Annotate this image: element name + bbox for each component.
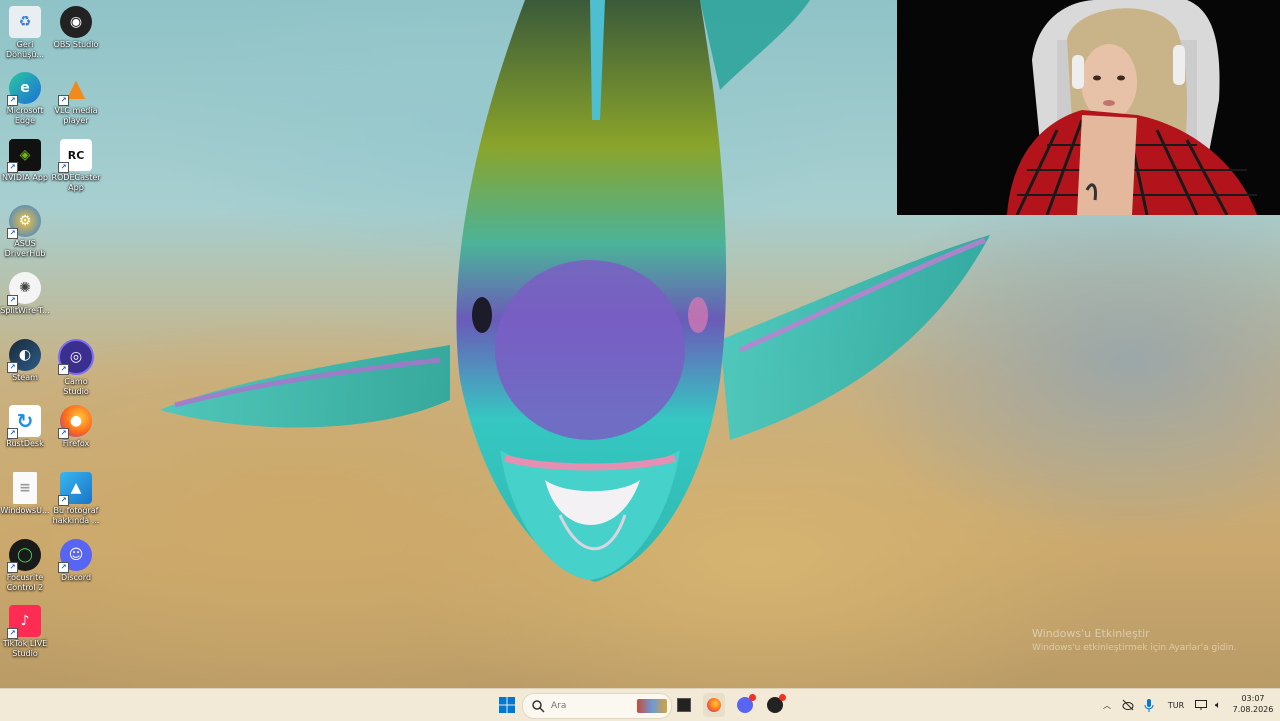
taskbar-search-box[interactable] xyxy=(522,693,672,719)
tray-volume[interactable]: 🔈︎ xyxy=(1210,693,1226,717)
notification-badge xyxy=(749,694,756,701)
discord-icon xyxy=(737,694,756,713)
desktop-icon-label: Bu fotoğraf hakkında ... xyxy=(52,506,100,525)
nvidia-icon: ◈ ↗ xyxy=(7,139,41,173)
desktop-icon-focusrite[interactable]: ◯ ↗ Focusrite Control 2 xyxy=(0,539,50,593)
asus-driverhub-icon: ⚙ ↗ xyxy=(7,205,41,239)
desktop-icon-windowsu[interactable]: ≡ WindowsU... xyxy=(0,472,50,516)
webcam-feed-image xyxy=(897,0,1280,215)
tiktok-live-icon: ♪ ↗ xyxy=(7,605,41,639)
focusrite-icon: ◯ ↗ xyxy=(7,539,41,573)
desktop-icon-tiktok-live[interactable]: ♪ ↗ TikTok LIVE Studio xyxy=(0,605,50,659)
recycle-bin-icon: ♻ xyxy=(9,6,41,38)
photo-info-icon: ▲ ↗ xyxy=(58,472,92,506)
desktop-icon-nvidia-app[interactable]: ◈ ↗ NVIDIA App xyxy=(0,139,50,183)
desktop-icon-discord[interactable]: ☺ ↗ Discord xyxy=(51,539,101,583)
rustdesk-icon: ↻ ↗ xyxy=(7,405,41,439)
start-button[interactable] xyxy=(496,693,518,717)
desktop-icon-vlc[interactable]: ▲ ↗ VLC media player xyxy=(51,72,101,126)
desktop-icon-obs-studio[interactable]: ◉ OBS Studio xyxy=(51,6,101,50)
desktop-icon-label: TikTok LIVE Studio xyxy=(2,639,48,658)
desktop-icon-label: Firefox xyxy=(62,439,90,448)
desktop-icon-label: RustDesk xyxy=(6,439,44,448)
taskbar-file-explorer[interactable] xyxy=(674,693,694,717)
widgets-icon[interactable] xyxy=(637,699,667,713)
splitwire-icon: ✺ ↗ xyxy=(7,272,41,306)
recording-indicator xyxy=(779,694,786,701)
steam-icon: ◐ ↗ xyxy=(7,339,41,373)
obs-studio-icon xyxy=(767,694,786,713)
taskbar-firefox[interactable] xyxy=(703,693,725,717)
desktop-icon-steam[interactable]: ◐ ↗ Steam xyxy=(0,339,50,383)
desktop-icon-label: Microsoft Edge xyxy=(6,106,44,125)
desktop-icon-recycle-bin[interactable]: ♻ Geri Dönüşü... xyxy=(0,6,50,60)
windows-logo-icon xyxy=(499,697,515,713)
desktop-icon-label: VLC media player xyxy=(54,106,98,125)
document-icon: ≡ xyxy=(13,472,37,504)
desktop-icon-label: Steam xyxy=(12,373,38,382)
clock-date: 7.08.2026 xyxy=(1232,705,1274,714)
firefox-icon: ● ↗ xyxy=(58,405,92,439)
desktop-icon-microsoft-edge[interactable]: e ↗ Microsoft Edge xyxy=(0,72,50,126)
firefox-icon xyxy=(707,698,721,712)
windows-activation-watermark: Windows'u Etkinleştir Windows'u etkinleş… xyxy=(1032,627,1237,653)
desktop-icon-label: Discord xyxy=(60,573,92,582)
desktop-icon-asus-driverhub[interactable]: ⚙ ↗ ASUS DriverHub xyxy=(0,205,50,259)
camo-studio-icon: ◎ ↗ xyxy=(58,339,94,375)
webcam-overlay xyxy=(897,0,1280,215)
microphone-icon xyxy=(1144,698,1154,712)
language-indicator: TUR xyxy=(1167,700,1185,710)
taskbar-obs-studio[interactable] xyxy=(764,693,786,717)
taskbar-discord[interactable] xyxy=(734,693,756,717)
show-hidden-icons-button[interactable]: ︿ xyxy=(1100,693,1114,717)
desktop-icon-bu-fotograf-hakkinda[interactable]: ▲ ↗ Bu fotoğraf hakkında ... xyxy=(51,472,101,526)
discord-icon: ☺ ↗ xyxy=(58,539,92,573)
watermark-title: Windows'u Etkinleştir xyxy=(1032,627,1150,640)
desktop-icon-splitwire[interactable]: ✺ ↗ SplitWire-T... xyxy=(0,272,50,316)
tray-network[interactable] xyxy=(1120,693,1136,717)
tray-language[interactable]: TUR xyxy=(1163,693,1189,717)
desktop-icon-label: ASUS DriverHub xyxy=(4,239,46,258)
watermark-subtitle: Windows'u etkinleştirmek için Ayarlar'a … xyxy=(1032,643,1237,653)
desktop-icon-camo-studio[interactable]: ◎ ↗ Camo Studio xyxy=(51,339,101,397)
desktop-icon-label: WindowsU... xyxy=(0,506,50,515)
search-icon xyxy=(532,700,545,713)
tray-display[interactable] xyxy=(1193,693,1209,717)
desktop-icon-label: Focusrite Control 2 xyxy=(6,573,44,592)
desktop-icon-label: RODECaster App xyxy=(51,173,101,192)
search-input[interactable] xyxy=(549,700,633,712)
desktop-icon-label: Camo Studio xyxy=(63,377,89,396)
cloud-offline-icon xyxy=(1122,699,1134,711)
desktop-icon-label: Geri Dönüşü... xyxy=(5,40,45,59)
desktop-icon-label: NVIDIA App xyxy=(2,173,48,182)
chevron-up-icon: ︿ xyxy=(1103,700,1111,710)
desktop-icon-rodecaster[interactable]: RC ↗ RODECaster App xyxy=(51,139,101,193)
desktop-icon-rustdesk[interactable]: ↻ ↗ RustDesk xyxy=(0,405,50,449)
obs-studio-icon: ◉ xyxy=(60,6,92,38)
monitor-icon xyxy=(1195,699,1207,710)
file-explorer-icon xyxy=(677,698,691,712)
clock-time: 03:07 xyxy=(1241,694,1265,703)
desktop-icon-firefox[interactable]: ● ↗ Firefox xyxy=(51,405,101,449)
speaker-icon: 🔈︎ xyxy=(1215,699,1221,711)
tray-microphone[interactable] xyxy=(1142,693,1156,717)
taskbar: ︿ TUR 🔈︎ 03:07 7.08.2026 xyxy=(0,688,1280,721)
rodecaster-icon: RC ↗ xyxy=(58,139,92,173)
taskbar-clock[interactable]: 03:07 7.08.2026 xyxy=(1228,693,1278,715)
desktop-icon-label: SplitWire-T... xyxy=(0,306,50,315)
edge-icon: e ↗ xyxy=(7,72,41,106)
vlc-icon: ▲ ↗ xyxy=(58,72,92,106)
desktop-icon-label: OBS Studio xyxy=(53,40,99,49)
